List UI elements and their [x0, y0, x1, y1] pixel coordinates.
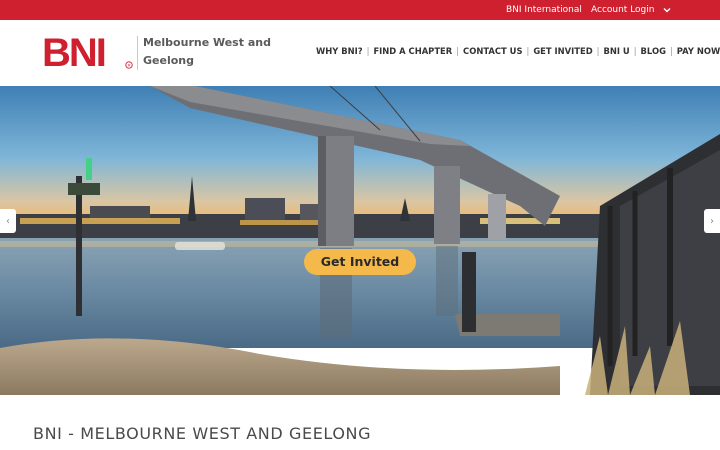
- nav-why-bni[interactable]: WHY BNI?: [316, 46, 363, 56]
- nav-separator: |: [366, 46, 370, 56]
- nav-blog[interactable]: BLOG: [641, 46, 666, 56]
- nav-separator: |: [456, 46, 460, 56]
- slider-dot-2[interactable]: [347, 354, 371, 361]
- nav-pay-now[interactable]: PAY NOW: [677, 46, 720, 56]
- slider-prev-button[interactable]: ‹: [0, 209, 16, 233]
- nav-find-a-chapter[interactable]: FIND A CHAPTER: [373, 46, 452, 56]
- bni-logo[interactable]: BNI R: [42, 34, 134, 70]
- site-header: BNI R Melbourne West and Geelong WHY BNI…: [0, 20, 720, 86]
- slider-next-button[interactable]: ›: [704, 209, 720, 233]
- page-title: BNI - MELBOURNE WEST AND GEELONG: [33, 424, 372, 443]
- hero-image-bridge-sunset: [0, 86, 720, 395]
- slider-dot-3[interactable]: [379, 354, 403, 361]
- account-login-link[interactable]: Account Login: [591, 0, 654, 20]
- svg-text:R: R: [128, 63, 131, 68]
- nav-contact-us[interactable]: CONTACT US: [463, 46, 522, 56]
- top-utility-bar: BNI International Account Login: [0, 0, 720, 20]
- chevron-left-icon: ‹: [6, 215, 10, 227]
- bni-international-link[interactable]: BNI International: [506, 0, 582, 20]
- main-nav: WHY BNI? | FIND A CHAPTER | CONTACT US |…: [316, 44, 720, 58]
- hero-slider: ‹ › Get Invited: [0, 86, 720, 395]
- chevron-right-icon: ›: [710, 215, 714, 227]
- nav-get-invited[interactable]: GET INVITED: [533, 46, 592, 56]
- get-invited-button[interactable]: Get Invited: [304, 249, 416, 275]
- chapter-name: Melbourne West and Geelong: [143, 36, 271, 67]
- logo-divider: [137, 36, 138, 70]
- chevron-down-icon[interactable]: [662, 4, 672, 16]
- nav-bni-u[interactable]: BNI U: [603, 46, 629, 56]
- nav-separator: |: [526, 46, 530, 56]
- svg-text:BNI: BNI: [42, 34, 105, 70]
- slider-dot-1[interactable]: [315, 354, 339, 361]
- nav-separator: |: [633, 46, 637, 56]
- slider-indicators: [315, 354, 403, 362]
- nav-separator: |: [669, 46, 673, 56]
- nav-separator: |: [596, 46, 600, 56]
